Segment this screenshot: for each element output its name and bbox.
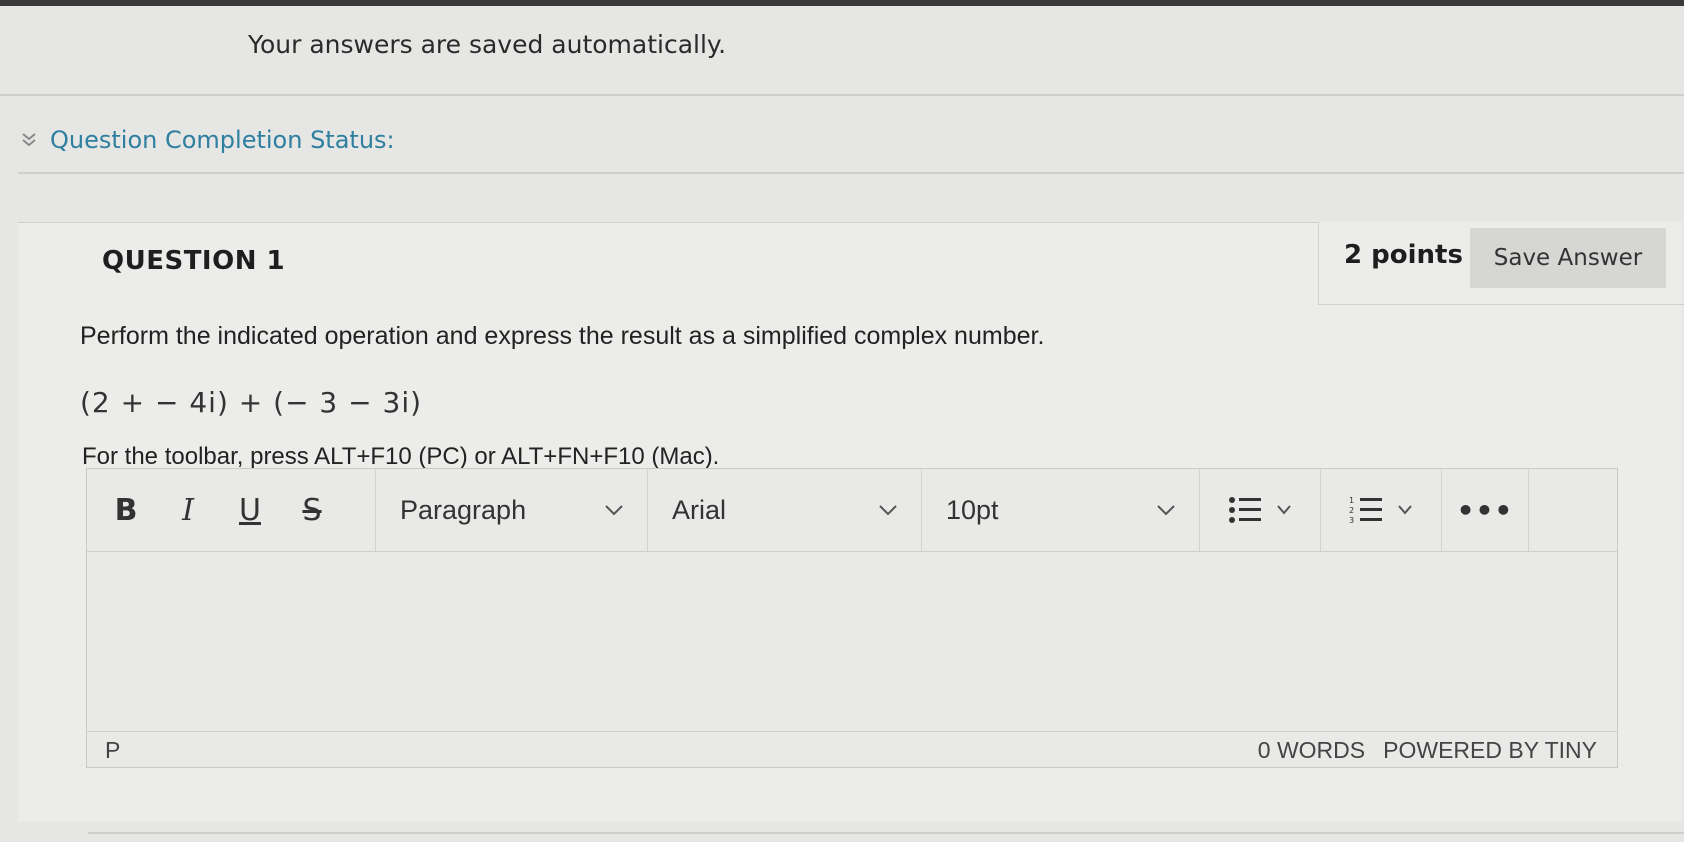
divider [18, 172, 1684, 174]
numbered-list-button[interactable]: 1 2 3 [1321, 469, 1442, 551]
powered-by-tiny-link[interactable]: POWERED BY TINY [1383, 737, 1597, 764]
word-count[interactable]: 0 WORDS [1258, 737, 1365, 764]
strikethrough-button[interactable]: S [281, 480, 343, 540]
editor-toolbar: B I U S Paragraph Arial 10pt 1 2 3 ••• [87, 469, 1617, 552]
editor-statusbar: P 0 WORDS POWERED BY TINY [87, 731, 1617, 768]
italic-button[interactable]: I [157, 480, 219, 540]
save-answer-button[interactable]: Save Answer [1470, 228, 1666, 288]
divider [0, 94, 1684, 96]
chevron-down-icon [1398, 505, 1412, 515]
font-size-select[interactable]: 10pt [922, 469, 1200, 551]
bullet-list-button[interactable] [1200, 469, 1321, 551]
divider [18, 222, 1318, 223]
block-format-value: Paragraph [400, 494, 527, 525]
divider [88, 832, 1684, 834]
top-bar [0, 0, 1684, 6]
question-title: QUESTION 1 [102, 246, 286, 276]
font-family-select[interactable]: Arial [648, 469, 922, 551]
svg-text:2: 2 [1349, 506, 1354, 515]
bullet-list-icon [1229, 497, 1261, 523]
autosave-note: Your answers are saved automatically. [248, 30, 727, 59]
chevron-down-icon [605, 505, 623, 516]
toolbar-hint: For the toolbar, press ALT+F10 (PC) or A… [82, 443, 720, 470]
chevron-down-icon [879, 505, 897, 516]
chevron-down-icon [1277, 505, 1291, 515]
svg-text:3: 3 [1349, 516, 1354, 525]
block-format-select[interactable]: Paragraph [376, 469, 648, 551]
font-size-value: 10pt [946, 494, 999, 525]
question-expression: (2 + − 4i) + (− 3 − 3i) [80, 386, 423, 419]
numbered-list-icon: 1 2 3 [1349, 496, 1382, 525]
answer-text-area[interactable] [87, 552, 1617, 726]
more-icon: ••• [1456, 493, 1514, 527]
bold-button[interactable]: B [95, 480, 157, 540]
font-family-value: Arial [672, 494, 727, 525]
question-points: 2 points [1344, 240, 1463, 270]
completion-status-label: Question Completion Status: [50, 126, 395, 154]
svg-text:1: 1 [1349, 496, 1354, 505]
rich-text-editor: B I U S Paragraph Arial 10pt 1 2 3 ••• P… [86, 468, 1618, 768]
double-chevron-down-icon [22, 133, 36, 147]
question-prompt: Perform the indicated operation and expr… [80, 322, 1045, 350]
format-group: B I U S [87, 469, 376, 551]
more-options-button[interactable]: ••• [1442, 469, 1529, 551]
question-completion-status-toggle[interactable]: Question Completion Status: [18, 126, 395, 154]
chevron-down-icon [1157, 505, 1175, 516]
underline-button[interactable]: U [219, 480, 281, 540]
element-path[interactable]: P [87, 737, 120, 764]
